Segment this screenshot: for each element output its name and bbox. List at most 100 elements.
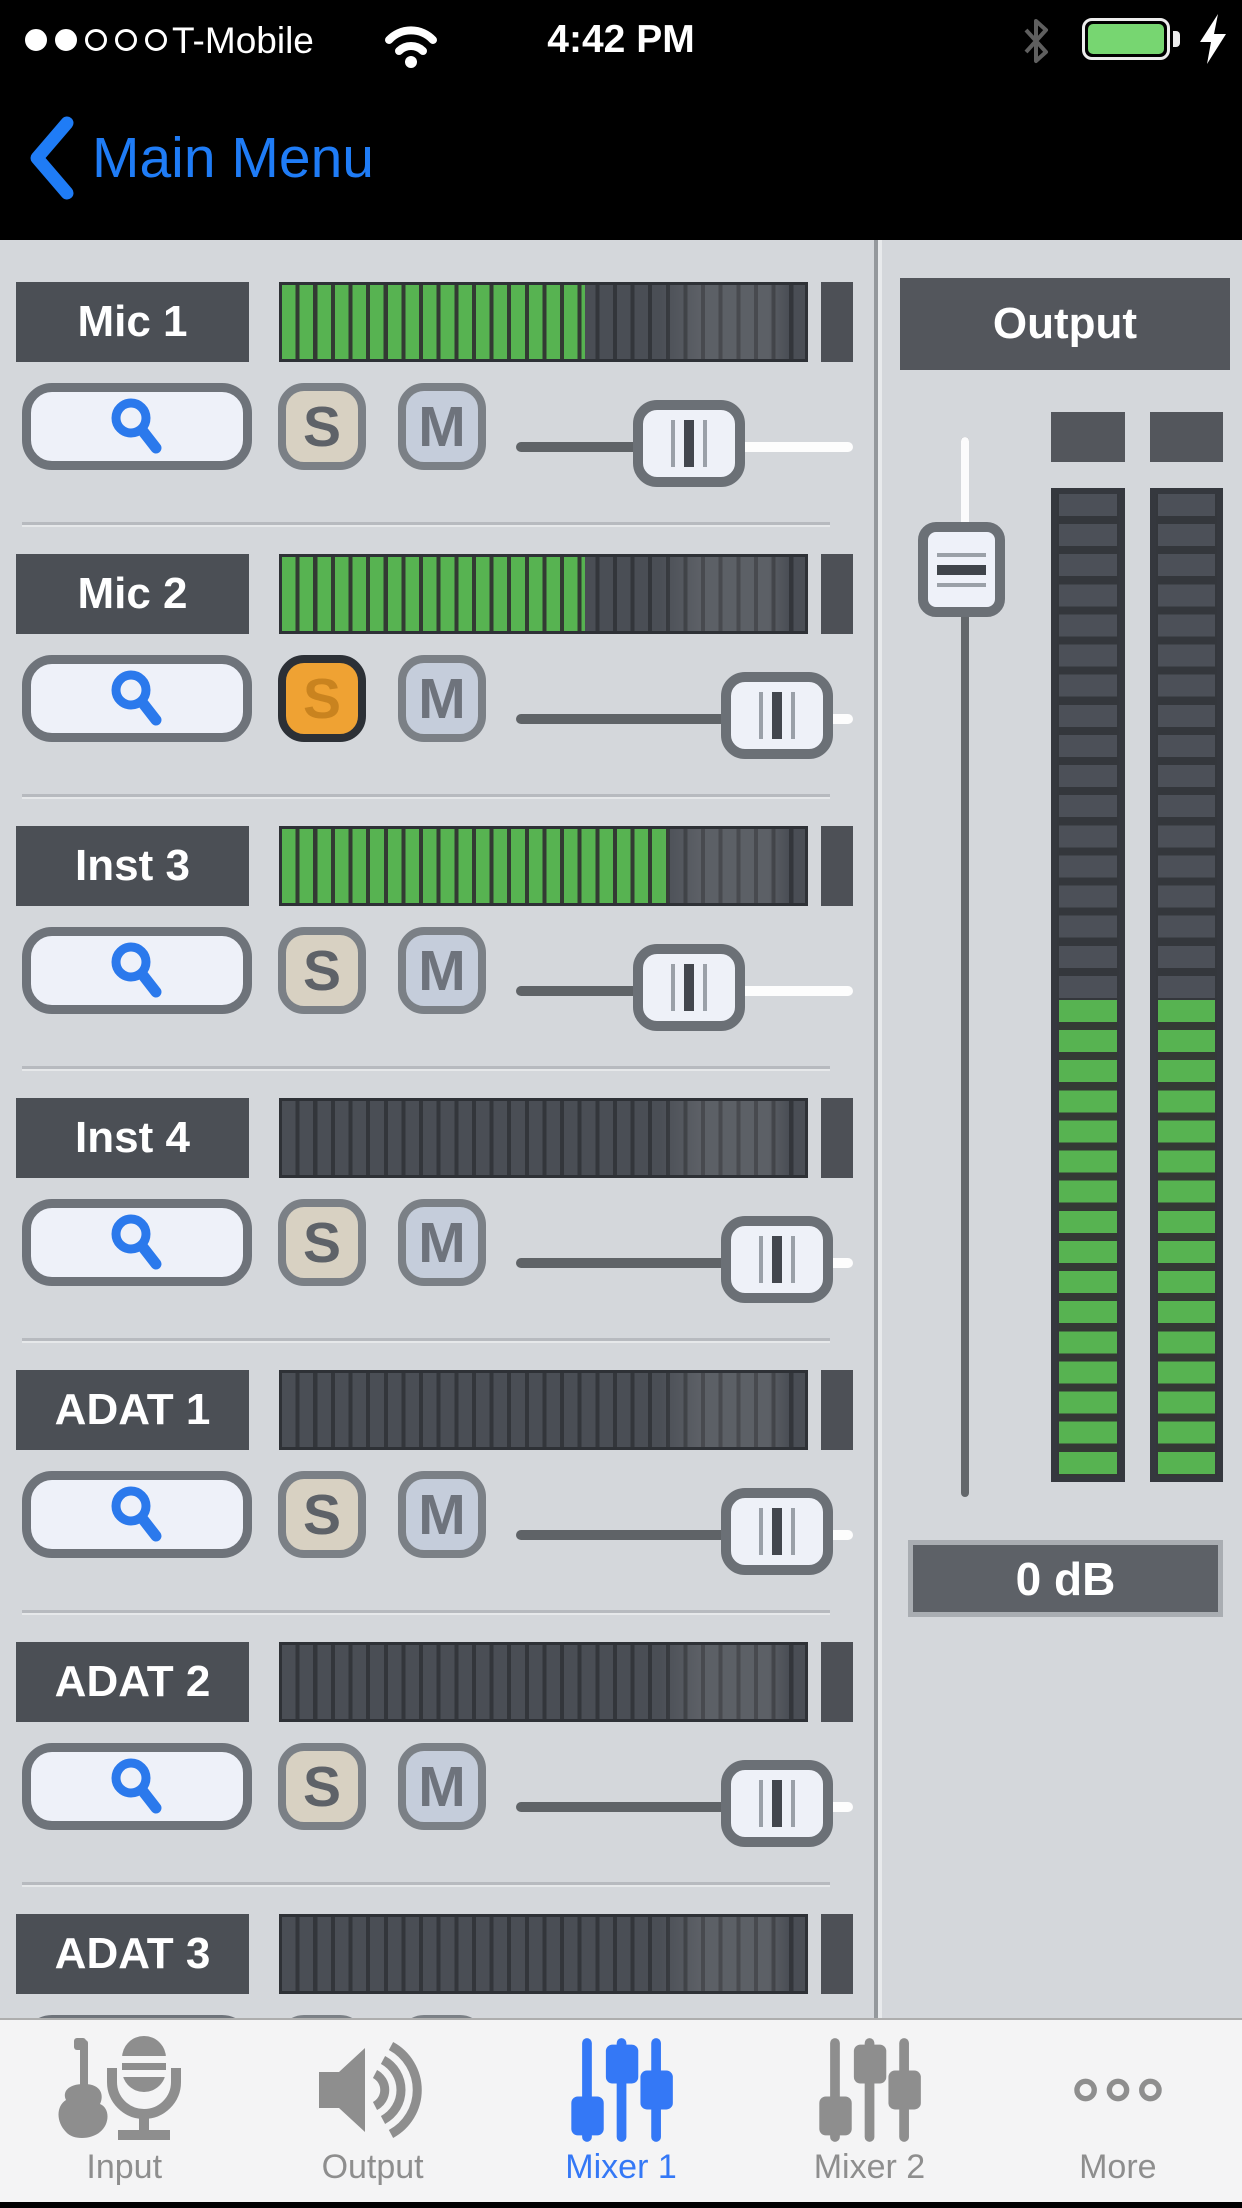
solo-button-label: S — [302, 1482, 342, 1547]
channel-level-meter — [279, 826, 808, 906]
channel-mute-button[interactable]: M — [398, 1199, 486, 1286]
row-separator — [22, 1882, 830, 1885]
output-fader-thumb[interactable] — [918, 522, 1005, 617]
channel-row-inst-3: Inst 3 S M — [0, 826, 874, 1098]
channel-name-label: Mic 2 — [16, 554, 249, 634]
channel-mute-button[interactable]: M — [398, 383, 486, 470]
channel-fader-slider[interactable] — [516, 927, 853, 1037]
channel-fader-thumb[interactable] — [720, 1488, 833, 1575]
tab-icon — [1064, 2032, 1172, 2148]
channel-solo-button[interactable]: S — [278, 1471, 366, 1558]
output-gain-readout: 0 dB — [908, 1540, 1223, 1617]
channel-search-button[interactable] — [22, 1743, 252, 1830]
bottom-edge — [0, 2202, 1242, 2208]
channel-clip-indicator — [821, 1098, 853, 1178]
tab-icon — [815, 2032, 923, 2148]
channel-solo-button[interactable]: S — [278, 1743, 366, 1830]
faders-icon — [571, 2038, 673, 2142]
channel-list: Mic 1 S M Mic 2 S M Inst 3 S M Inst 4 S … — [0, 240, 874, 2018]
channel-clip-indicator — [821, 1642, 853, 1722]
channel-fader-thumb[interactable] — [633, 944, 745, 1031]
bluetooth-icon — [1024, 19, 1048, 63]
mute-button-label: M — [418, 1482, 466, 1547]
channel-fader-thumb[interactable] — [633, 400, 745, 487]
tab-label: Mixer 1 — [565, 2148, 677, 2186]
back-button[interactable]: Main Menu — [28, 110, 374, 206]
channel-fader-slider[interactable] — [516, 1199, 853, 1309]
channel-search-button[interactable] — [22, 383, 252, 470]
channel-row-adat-2: ADAT 2 S M — [0, 1642, 874, 1914]
channel-fader-slider[interactable] — [516, 1743, 853, 1853]
channel-solo-button[interactable]: S — [278, 927, 366, 1014]
output-level-meter-right — [1150, 488, 1223, 1482]
tab-bar: Input Output Mixer 1 Mixer 2 More — [0, 2018, 1242, 2202]
channel-solo-button[interactable]: S — [278, 1199, 366, 1286]
solo-button-label: S — [302, 394, 342, 459]
pane-divider — [874, 240, 886, 2018]
mute-button-label: M — [418, 1754, 466, 1819]
tab-label: More — [1079, 2148, 1157, 2186]
battery-tip — [1173, 31, 1180, 47]
tab-more[interactable]: More — [994, 2020, 1242, 2202]
channel-name-label: ADAT 1 — [16, 1370, 249, 1450]
channel-mute-button[interactable]: M — [398, 655, 486, 742]
tab-mixer-2[interactable]: Mixer 2 — [745, 2020, 993, 2202]
channel-row-inst-4: Inst 4 S M — [0, 1098, 874, 1370]
charging-bolt-icon — [1200, 14, 1226, 64]
channel-search-button[interactable] — [22, 927, 252, 1014]
channel-row-adat-1: ADAT 1 S M — [0, 1370, 874, 1642]
solo-button-label: S — [302, 1210, 342, 1275]
channel-mute-button[interactable]: M — [398, 927, 486, 1014]
channel-level-meter — [279, 282, 808, 362]
row-separator — [22, 794, 830, 797]
channel-mute-button[interactable]: M — [398, 1471, 486, 1558]
magnifier-icon — [111, 398, 162, 453]
mixer-content: Mic 1 S M Mic 2 S M Inst 3 S M Inst 4 S … — [0, 240, 1242, 2018]
tab-mixer-1[interactable]: Mixer 1 — [497, 2020, 745, 2202]
magnifier-icon — [111, 670, 162, 725]
meter-lit-segments — [1059, 999, 1117, 1476]
ellipsis-icon — [1074, 2078, 1162, 2102]
channel-level-meter — [279, 1642, 808, 1722]
tab-output[interactable]: Output — [248, 2020, 496, 2202]
tab-icon — [315, 2032, 431, 2148]
mute-button-label: M — [418, 666, 466, 731]
tab-label: Output — [321, 2148, 424, 2186]
channel-fader-thumb[interactable] — [720, 672, 833, 759]
channel-fader-thumb[interactable] — [720, 1760, 833, 1847]
tab-icon — [44, 2032, 204, 2148]
channel-fader-slider[interactable] — [516, 383, 853, 493]
speaker-icon — [318, 2042, 422, 2138]
microphone-icon — [107, 2036, 182, 2140]
output-clip-indicator-right — [1150, 412, 1223, 462]
channel-clip-indicator — [821, 826, 853, 906]
header: T-Mobile 4:42 PM Main Menu — [0, 0, 1242, 240]
channel-level-meter-fill — [282, 285, 586, 359]
channel-solo-button[interactable]: S — [278, 383, 366, 470]
guitar-icon — [58, 2038, 108, 2139]
channel-level-meter-fill — [282, 829, 670, 903]
channel-search-button[interactable] — [22, 655, 252, 742]
channel-fader-slider[interactable] — [516, 1471, 853, 1581]
tab-label: Mixer 2 — [813, 2148, 926, 2186]
channel-level-meter — [279, 554, 808, 634]
battery-icon — [1082, 18, 1170, 60]
guitar-mic-icon — [58, 2036, 182, 2140]
mixer-app-screen: T-Mobile 4:42 PM Main Menu Mic 1 S M Mic… — [0, 0, 1242, 2208]
channel-clip-indicator — [821, 554, 853, 634]
mute-button-label: M — [418, 938, 466, 1003]
row-separator — [22, 1610, 830, 1613]
solo-button-label: S — [302, 666, 342, 731]
channel-mute-button[interactable]: M — [398, 1743, 486, 1830]
channel-search-button[interactable] — [22, 1471, 252, 1558]
channel-clip-indicator — [821, 1914, 853, 1994]
tab-input[interactable]: Input — [0, 2020, 248, 2202]
channel-fader-thumb[interactable] — [720, 1216, 833, 1303]
channel-fader-slider[interactable] — [516, 655, 853, 765]
magnifier-icon — [111, 1214, 162, 1269]
channel-search-button[interactable] — [22, 1199, 252, 1286]
row-separator — [22, 522, 830, 525]
channel-solo-button[interactable]: S — [278, 655, 366, 742]
channel-row-mic-2: Mic 2 S M — [0, 554, 874, 826]
channel-level-meter — [279, 1370, 808, 1450]
